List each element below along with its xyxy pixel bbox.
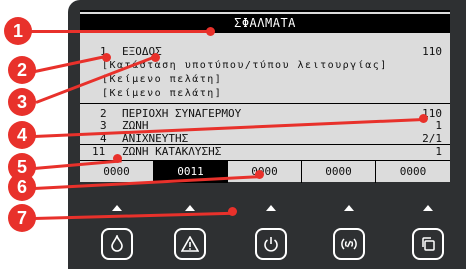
row-value: 1 bbox=[435, 119, 442, 132]
list-item[interactable]: 11 ΖΩΝΗ ΚΑΤΑΚΛΥΣΗΣ 1 bbox=[88, 146, 442, 158]
callout-dot-5 bbox=[113, 154, 122, 163]
row-number: 11 bbox=[92, 145, 106, 158]
callout-3: 3 bbox=[8, 88, 36, 116]
slot-2[interactable]: 0000 bbox=[228, 161, 302, 183]
lcd-screen: ΣΦΑΛΜΑΤΑ 1 ΕΞΟΔΟΣ 110 [Κατάσταση υποτύπο… bbox=[80, 10, 450, 183]
callout-7: 7 bbox=[8, 204, 36, 232]
flame-icon bbox=[111, 235, 123, 252]
row-label: [Κείμενο πελάτη] bbox=[102, 74, 223, 85]
arrow-up-icon bbox=[185, 205, 195, 211]
slot-3[interactable]: 0000 bbox=[302, 161, 376, 183]
row-label: [Κείμενο πελάτη] bbox=[102, 88, 223, 99]
callout-2: 2 bbox=[8, 56, 36, 84]
power-icon bbox=[264, 237, 278, 252]
callout-dot-2 bbox=[102, 53, 111, 62]
callout-dot-6 bbox=[255, 170, 264, 179]
callout-dot-4 bbox=[419, 114, 428, 123]
softkey-5[interactable] bbox=[412, 228, 444, 260]
callout-6: 6 bbox=[8, 173, 36, 201]
row-value: 1 bbox=[435, 145, 442, 158]
callout-dot-7 bbox=[228, 207, 237, 216]
divider bbox=[80, 103, 450, 104]
signal-icon bbox=[341, 238, 357, 250]
arrow-up-icon bbox=[112, 205, 122, 211]
arrow-up-icon bbox=[266, 205, 276, 211]
softkey-4[interactable] bbox=[333, 228, 365, 260]
softkey-2[interactable] bbox=[174, 228, 206, 260]
callout-dot-3 bbox=[151, 53, 160, 62]
list-item: [Κείμενο πελάτη] bbox=[88, 74, 442, 86]
arrow-up-icon bbox=[344, 205, 354, 211]
list-item[interactable]: 1 ΕΞΟΔΟΣ 110 bbox=[88, 46, 442, 58]
softkey-3[interactable] bbox=[255, 228, 287, 260]
callout-1: 1 bbox=[4, 17, 32, 45]
slot-4[interactable]: 0000 bbox=[376, 161, 450, 183]
softkey-1[interactable] bbox=[101, 228, 133, 260]
slot-bar: 0000 0011 0000 0000 0000 bbox=[80, 160, 450, 183]
copy-icon bbox=[422, 237, 435, 251]
callout-4: 4 bbox=[8, 121, 36, 149]
arrow-up-icon bbox=[423, 205, 433, 211]
callout-leader-1 bbox=[28, 30, 210, 33]
row-number: 3 bbox=[100, 119, 107, 132]
row-value: 110 bbox=[422, 45, 442, 58]
list-item: [Κείμενο πελάτη] bbox=[88, 88, 442, 100]
callout-dot-1 bbox=[206, 27, 215, 36]
row-label: ΖΩΝΗ ΚΑΤΑΚΛΥΣΗΣ bbox=[122, 145, 222, 158]
warning-icon bbox=[181, 236, 199, 252]
